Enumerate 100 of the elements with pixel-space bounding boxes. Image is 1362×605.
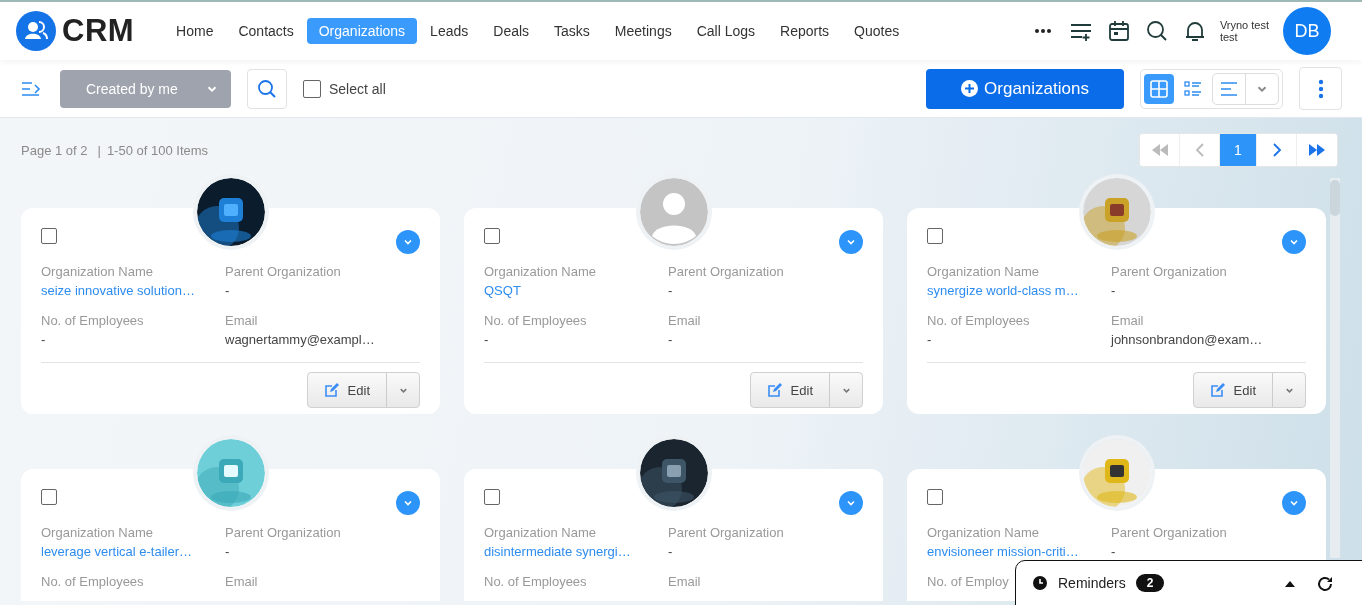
field-label: No. of Employ xyxy=(927,573,1009,591)
field-label: Organization Name xyxy=(41,263,153,281)
field-label: No. of Employees xyxy=(484,573,587,591)
field-label: Parent Organization xyxy=(1111,263,1227,281)
add-organization-button[interactable]: Organizations xyxy=(926,68,1124,109)
search-icon[interactable] xyxy=(1145,20,1168,42)
card-checkbox[interactable] xyxy=(41,228,57,244)
organization-name-link[interactable]: leverage vertical e-tailer… xyxy=(41,542,225,562)
field-label: Parent Organization xyxy=(225,263,341,281)
nav-tab[interactable]: Home xyxy=(164,18,226,44)
organization-name-link[interactable]: QSQT xyxy=(484,281,668,301)
nav-tab[interactable]: Call Logs xyxy=(684,18,768,44)
card-checkbox[interactable] xyxy=(927,228,943,244)
field-label: Organization Name xyxy=(484,524,596,542)
field-label: Organization Name xyxy=(927,263,1039,281)
field-label: Email xyxy=(668,573,701,591)
card-checkbox[interactable] xyxy=(927,489,943,505)
field-label: No. of Employees xyxy=(41,573,144,591)
plus-circle-icon xyxy=(961,80,979,97)
field-value: - xyxy=(1111,543,1117,561)
field-label: No. of Employees xyxy=(484,312,587,330)
organization-name-link[interactable]: envisioneer mission-criti… xyxy=(927,542,1111,562)
expand-button[interactable] xyxy=(396,491,420,515)
field-value: - xyxy=(668,331,674,349)
select-all-checkbox[interactable] xyxy=(303,79,321,98)
double-right-icon xyxy=(1308,144,1326,156)
app-logo-text: CRM xyxy=(62,13,135,49)
collapse-icon[interactable] xyxy=(1284,580,1296,588)
card-checkbox[interactable] xyxy=(484,489,500,505)
card-checkbox[interactable] xyxy=(41,489,57,505)
field-label: Parent Organization xyxy=(1111,524,1227,542)
expand-button[interactable] xyxy=(1282,491,1306,515)
more-options-button[interactable] xyxy=(1299,67,1342,110)
user-name: test xyxy=(1219,31,1239,43)
field-label: Organization Name xyxy=(41,524,153,542)
expand-button[interactable] xyxy=(396,230,420,254)
grid-icon xyxy=(1149,78,1169,99)
double-left-icon xyxy=(1150,144,1169,156)
page-info: Page 1 of 2 xyxy=(21,142,88,158)
reminders-label: Reminders xyxy=(1058,575,1126,591)
nav-tab[interactable]: Meetings xyxy=(602,18,684,44)
expand-button[interactable] xyxy=(1282,230,1306,254)
search-icon xyxy=(257,78,277,99)
field-value: - xyxy=(1111,282,1117,300)
edit-button[interactable]: Edit xyxy=(1193,373,1273,407)
expand-button[interactable] xyxy=(839,230,863,254)
field-label: Email xyxy=(1111,312,1144,330)
edit-icon xyxy=(323,382,340,398)
expand-button[interactable] xyxy=(839,491,863,515)
chevron-left-icon xyxy=(1194,143,1205,157)
separator: | xyxy=(97,142,101,158)
field-value: - xyxy=(927,331,933,349)
select-all-label: Select all xyxy=(329,80,386,97)
item-range: 1-50 of 100 Items xyxy=(106,142,209,158)
nav-tab[interactable]: Quotes xyxy=(842,18,912,44)
nav-tab[interactable]: Leads xyxy=(418,18,481,44)
field-value: wagnertammy@exampl… xyxy=(225,331,376,349)
first-page-button[interactable] xyxy=(1140,134,1180,166)
field-label: Parent Organization xyxy=(225,524,341,542)
field-value: - xyxy=(225,543,231,561)
field-label: Email xyxy=(668,312,701,330)
clock-icon xyxy=(1032,575,1048,591)
field-label: Parent Organization xyxy=(668,263,784,281)
field-label: Organization Name xyxy=(927,524,1039,542)
field-label: No. of Employees xyxy=(927,312,1030,330)
refresh-icon[interactable] xyxy=(1316,575,1334,593)
search-button[interactable] xyxy=(247,68,287,109)
field-value: johnsonbrandon@exam… xyxy=(1111,331,1264,349)
logo-icon xyxy=(16,11,56,51)
nav-tab[interactable]: Contacts xyxy=(226,18,306,44)
nav-tab[interactable]: Reports xyxy=(768,18,842,44)
field-value: - xyxy=(668,282,674,300)
field-value: - xyxy=(668,543,674,561)
field-value: - xyxy=(41,331,47,349)
nav-tab[interactable]: Deals xyxy=(481,18,542,44)
lines-icon xyxy=(1219,80,1239,97)
grid-view-button[interactable] xyxy=(1144,73,1174,104)
bell-icon[interactable] xyxy=(1183,20,1206,42)
edit-icon xyxy=(766,382,783,398)
user-name: Vryno test xyxy=(1219,19,1269,31)
field-label: Email xyxy=(225,312,258,330)
edit-button[interactable]: Edit xyxy=(750,373,830,407)
edit-button[interactable]: Edit xyxy=(307,373,387,407)
user-avatar[interactable]: DB xyxy=(1283,7,1331,55)
organization-name-link[interactable]: disintermediate synergi… xyxy=(484,542,668,562)
calendar-icon[interactable] xyxy=(1107,20,1130,42)
chevron-right-icon xyxy=(1271,143,1282,157)
edit-icon xyxy=(1209,382,1226,398)
field-value: - xyxy=(225,282,231,300)
list-icon xyxy=(1183,78,1203,99)
field-label: Organization Name xyxy=(484,263,596,281)
card-checkbox[interactable] xyxy=(484,228,500,244)
field-label: Email xyxy=(225,573,258,591)
layout-dropdown[interactable] xyxy=(1212,72,1279,105)
reminder-count: 2 xyxy=(1135,574,1165,592)
kebab-menu-icon xyxy=(1317,78,1324,99)
scrollbar[interactable] xyxy=(1330,178,1340,558)
nav-tab[interactable]: Tasks xyxy=(542,18,602,44)
field-label: No. of Employees xyxy=(41,312,144,330)
organization-name-link[interactable]: synergize world-class m… xyxy=(927,281,1111,301)
